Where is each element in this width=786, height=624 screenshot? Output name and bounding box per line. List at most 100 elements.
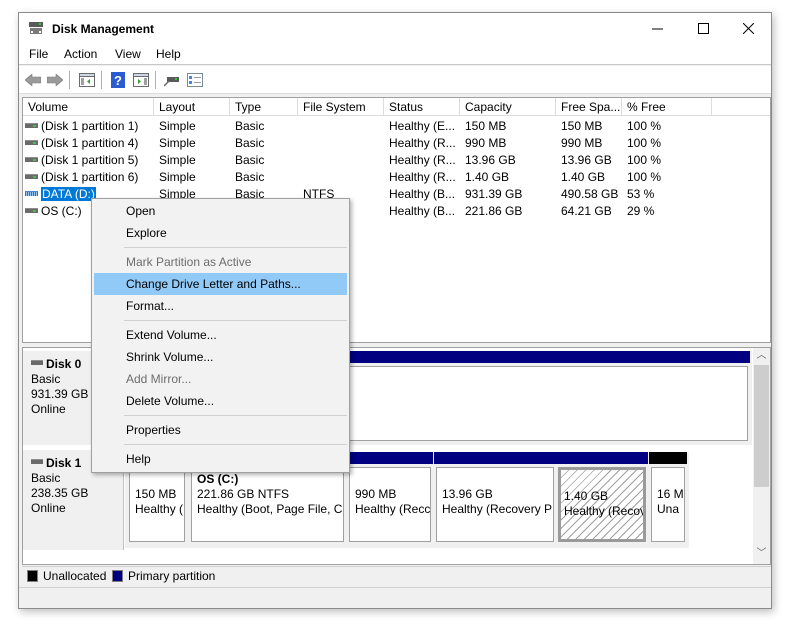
toolbar: ?: [19, 66, 771, 94]
disk-1-type: Basic: [31, 471, 61, 485]
help-button[interactable]: ?: [108, 70, 128, 90]
cell-volume: (Disk 1 partition 1): [25, 118, 138, 135]
context-menu-item-open[interactable]: Open: [94, 200, 347, 222]
back-arrow-icon: [25, 74, 41, 86]
cell-pct: 53 %: [627, 187, 655, 201]
show-hide-console-tree-button[interactable]: [77, 70, 97, 90]
toolbar-separator: [155, 71, 156, 89]
column-header-free-space[interactable]: Free Spa...: [556, 98, 622, 116]
context-menu-item-change-drive-letter-and-paths[interactable]: Change Drive Letter and Paths...: [94, 273, 347, 295]
volume-row[interactable]: (Disk 1 partition 5) Simple Basic Healthy (…: [23, 152, 770, 169]
cell-volume: OS (C:): [25, 203, 82, 220]
cell-capacity: 1.40 GB: [465, 170, 510, 184]
volume-name: (Disk 1 partition 5): [41, 153, 139, 167]
context-menu-item-properties[interactable]: Properties: [94, 419, 347, 441]
cell-capacity: 990 MB: [465, 136, 507, 150]
menu-action[interactable]: Action: [64, 47, 97, 61]
minimize-icon: [651, 28, 663, 29]
minimize-button[interactable]: [634, 13, 680, 43]
menu-help[interactable]: Help: [156, 47, 181, 61]
unallocated-swatch: [27, 570, 38, 582]
volume-row[interactable]: (Disk 1 partition 6) Simple Basic Healthy (…: [23, 169, 770, 186]
cell-volume: (Disk 1 partition 5): [25, 152, 138, 169]
context-menu-item-explore[interactable]: Explore: [94, 222, 347, 244]
cell-type: Basic: [235, 153, 265, 167]
cell-type: Basic: [235, 136, 265, 150]
volume-row[interactable]: (Disk 1 partition 4) Simple Basic Healthy (…: [23, 135, 770, 152]
title-bar: Disk Management: [19, 13, 771, 45]
context-menu-separator: [124, 320, 347, 321]
show-hide-console-tree-icon: [79, 73, 95, 87]
disk-management-app-icon: [29, 22, 43, 34]
partition-body: 16 M Una: [651, 467, 685, 542]
scroll-down-arrow-icon[interactable]: ﹀: [753, 546, 770, 562]
context-menu-separator: [124, 415, 347, 416]
connect-disk-button[interactable]: [162, 70, 182, 90]
disk-1-partition-5[interactable]: 13.96 GB Healthy (Recovery P: [434, 452, 556, 544]
volume-name: DATA (D:): [41, 187, 96, 201]
column-header-layout[interactable]: Layout: [154, 98, 230, 116]
cell-pct: 100 %: [627, 170, 662, 184]
context-menu-item-shrink-volume[interactable]: Shrink Volume...: [94, 346, 347, 368]
column-header-type[interactable]: Type: [230, 98, 298, 116]
cell-free: 990 MB: [561, 136, 603, 150]
status-bar: [19, 587, 771, 608]
disk-1-unallocated[interactable]: 16 M Una: [649, 452, 687, 544]
partition-body: 150 MB Healthy (: [129, 467, 185, 542]
context-menu-item-extend-volume[interactable]: Extend Volume...: [94, 324, 347, 346]
show-hide-action-pane-button[interactable]: [131, 70, 151, 90]
cell-capacity: 221.86 GB: [465, 204, 523, 218]
cell-type: Basic: [235, 119, 265, 133]
cell-volume: (Disk 1 partition 4): [25, 135, 138, 152]
column-header-percent-free[interactable]: % Free: [622, 98, 712, 116]
disk-pane-vertical-scrollbar[interactable]: ︿ ﹀: [753, 348, 770, 564]
cell-status: Healthy (R...: [389, 153, 456, 167]
cell-free: 490.58 GB: [561, 187, 619, 201]
cell-pct: 100 %: [627, 136, 662, 150]
window-title: Disk Management: [52, 22, 155, 36]
close-button[interactable]: [725, 13, 771, 43]
column-header-filler: [712, 98, 770, 116]
column-header-volume[interactable]: Volume: [23, 98, 154, 116]
context-menu-item-format[interactable]: Format...: [94, 295, 347, 317]
maximize-button[interactable]: [680, 13, 726, 43]
primary-partition-bar: [556, 452, 648, 464]
cell-layout: Simple: [159, 170, 196, 184]
properties-button[interactable]: [185, 70, 205, 90]
disk-1-partition-6[interactable]: 1.40 GB Healthy (Recov: [556, 452, 648, 544]
cell-pct: 100 %: [627, 119, 662, 133]
primary-partition-bar: [434, 452, 556, 464]
context-menu-item-add-mirror: Add Mirror...: [126, 372, 192, 386]
cell-status: Healthy (R...: [389, 136, 456, 150]
cell-free: 64.21 GB: [561, 204, 612, 218]
disk-1-size: 238.35 GB: [31, 486, 89, 500]
scroll-up-arrow-icon[interactable]: ︿: [753, 348, 770, 364]
partition-body: OS (C:) 221.86 GB NTFS Healthy (Boot, Page…: [191, 467, 344, 542]
scrollbar-thumb[interactable]: [754, 365, 769, 487]
unallocated-bar: [649, 452, 687, 464]
cell-pct: 29 %: [627, 204, 655, 218]
toolbar-separator: [101, 71, 102, 89]
menu-bar: File Action View Help: [19, 45, 771, 65]
volume-name: (Disk 1 partition 4): [41, 136, 139, 150]
menu-file[interactable]: File: [29, 47, 48, 61]
back-button[interactable]: [23, 70, 43, 90]
column-header-capacity[interactable]: Capacity: [460, 98, 556, 116]
disk-icon: [31, 459, 43, 465]
column-header-file-system[interactable]: File System: [298, 98, 384, 116]
menu-view[interactable]: View: [115, 47, 141, 61]
context-menu-item-help[interactable]: Help: [94, 448, 347, 470]
toolbar-separator: [69, 71, 70, 89]
context-menu-item-delete-volume[interactable]: Delete Volume...: [94, 390, 347, 412]
context-menu-item-mark-partition-as-active: Mark Partition as Active: [126, 255, 252, 269]
forward-button[interactable]: [45, 70, 65, 90]
forward-arrow-icon: [47, 74, 63, 86]
volume-name: (Disk 1 partition 1): [41, 119, 139, 133]
help-icon: ?: [111, 72, 125, 88]
connect-disk-icon: [164, 77, 179, 87]
column-header-status[interactable]: Status: [384, 98, 460, 116]
volume-icon: [25, 191, 38, 197]
volume-row[interactable]: (Disk 1 partition 1) Simple Basic Healthy (…: [23, 118, 770, 135]
cell-capacity: 13.96 GB: [465, 153, 516, 167]
disk-1-partition-4[interactable]: 990 MB Healthy (Recc: [347, 452, 433, 544]
